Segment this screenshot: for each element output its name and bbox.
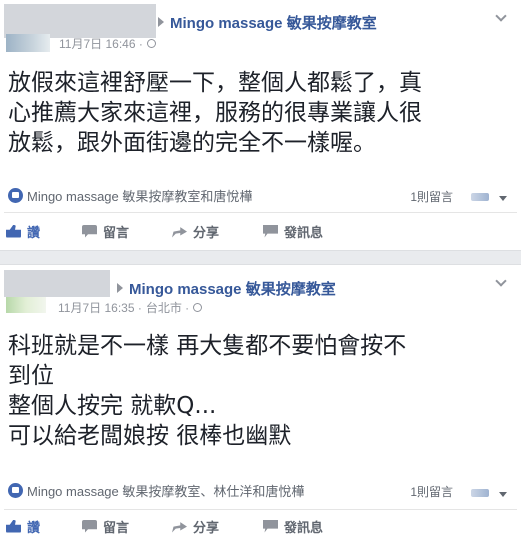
post-header: Mingo massage 敏果按摩教室	[117, 278, 336, 298]
message-button[interactable]: 發訊息	[263, 514, 323, 538]
comment-label: 留言	[103, 224, 130, 240]
comments-count[interactable]: 1則留言	[410, 188, 453, 205]
feed-separator	[0, 250, 521, 265]
like-label: 讚	[27, 224, 41, 240]
post-body-line: 放假來這裡舒壓一下，整個人都鬆了，真	[8, 70, 422, 96]
post-body-line: 科班就是不一樣 再大隻都不要怕會按不	[8, 333, 407, 359]
message-icon	[263, 519, 278, 533]
reactions-summary[interactable]: Mingo massage 敏果按摩教室和唐悅樺	[8, 186, 252, 204]
comment-button[interactable]: 留言	[82, 219, 129, 243]
author-avatar[interactable]	[6, 297, 46, 313]
divider	[4, 509, 517, 510]
comment-icon	[82, 224, 97, 238]
post-body-line: 心推薦大家來這裡，服務的很專業讓人很	[8, 100, 422, 126]
message-label: 發訊息	[284, 519, 324, 535]
share-label: 分享	[193, 224, 220, 240]
post-card: Mingo massage 敏果按摩教室 11月7日 16:46 · 放假來這裡…	[0, 0, 521, 250]
share-button[interactable]: 分享	[172, 219, 219, 243]
globe-icon	[146, 39, 156, 48]
share-label: 分享	[193, 519, 220, 535]
action-bar: 讚 留言 分享 發訊息	[0, 514, 521, 538]
like-button[interactable]: 讚	[6, 219, 40, 243]
reactions-text[interactable]: Mingo massage 敏果按摩教室、林仕洋和唐悅樺	[27, 481, 304, 500]
page-name-link[interactable]: Mingo massage 敏果按摩教室	[170, 12, 377, 33]
message-label: 發訊息	[284, 224, 324, 240]
globe-icon	[193, 303, 203, 312]
message-button[interactable]: 發訊息	[263, 219, 323, 243]
post-header: Mingo massage 敏果按摩教室	[158, 12, 377, 32]
like-badge-icon	[8, 187, 23, 203]
post-meta: 11月7日 16:35 · 台北市 ·	[58, 299, 203, 316]
caret-down-icon[interactable]	[499, 492, 507, 497]
post-body-line: 可以給老闆娘按 很棒也幽默	[8, 423, 292, 449]
redacted-author-name	[4, 4, 156, 38]
comment-icon	[82, 519, 97, 533]
post-body: 科班就是不一樣 再大隻都不要怕會按不 到位 整個人按完 就軟Q... 可以給老闆…	[8, 331, 513, 451]
caret-down-icon[interactable]	[499, 196, 507, 201]
page-logo-icon[interactable]	[471, 193, 489, 201]
post-body-line: 到位	[8, 363, 54, 389]
action-bar: 讚 留言 分享 發訊息	[0, 219, 521, 243]
author-avatar[interactable]	[6, 34, 50, 52]
like-icon	[6, 519, 21, 533]
page-name-link[interactable]: Mingo massage 敏果按摩教室	[129, 278, 336, 299]
page-logo-icon[interactable]	[471, 489, 489, 497]
triangle-right-icon	[117, 283, 123, 293]
message-icon	[263, 224, 278, 238]
redacted-author-name	[4, 270, 110, 297]
chevron-down-icon[interactable]	[495, 275, 507, 287]
reactions-summary[interactable]: Mingo massage 敏果按摩教室、林仕洋和唐悅樺	[8, 481, 304, 499]
post-meta: 11月7日 16:46 ·	[59, 35, 156, 52]
post-body: 放假來這裡舒壓一下，整個人都鬆了，真 心推薦大家來這裡，服務的很專業讓人很 放鬆…	[8, 68, 516, 158]
comments-count[interactable]: 1則留言	[410, 483, 453, 500]
post-timestamp[interactable]: 11月7日 16:46 ·	[59, 35, 143, 52]
post-timestamp[interactable]: 11月7日 16:35 ·	[58, 299, 142, 316]
share-icon	[172, 522, 187, 533]
like-label: 讚	[27, 519, 41, 535]
reactions-text[interactable]: Mingo massage 敏果按摩教室和唐悅樺	[27, 186, 252, 205]
like-badge-icon	[8, 482, 23, 498]
divider	[4, 212, 517, 213]
post-card: Mingo massage 敏果按摩教室 11月7日 16:35 · 台北市 ·…	[0, 265, 521, 541]
comment-label: 留言	[103, 519, 130, 535]
triangle-right-icon	[158, 17, 164, 27]
post-location[interactable]: 台北市 ·	[146, 299, 189, 316]
post-body-line: 放鬆，跟外面街邊的完全不一樣喔。	[8, 130, 376, 156]
like-button[interactable]: 讚	[6, 514, 40, 538]
like-icon	[6, 224, 21, 238]
post-body-line: 整個人按完 就軟Q...	[8, 393, 217, 419]
comment-button[interactable]: 留言	[82, 514, 129, 538]
chevron-down-icon[interactable]	[495, 10, 507, 22]
share-button[interactable]: 分享	[172, 514, 219, 538]
share-icon	[172, 227, 187, 238]
